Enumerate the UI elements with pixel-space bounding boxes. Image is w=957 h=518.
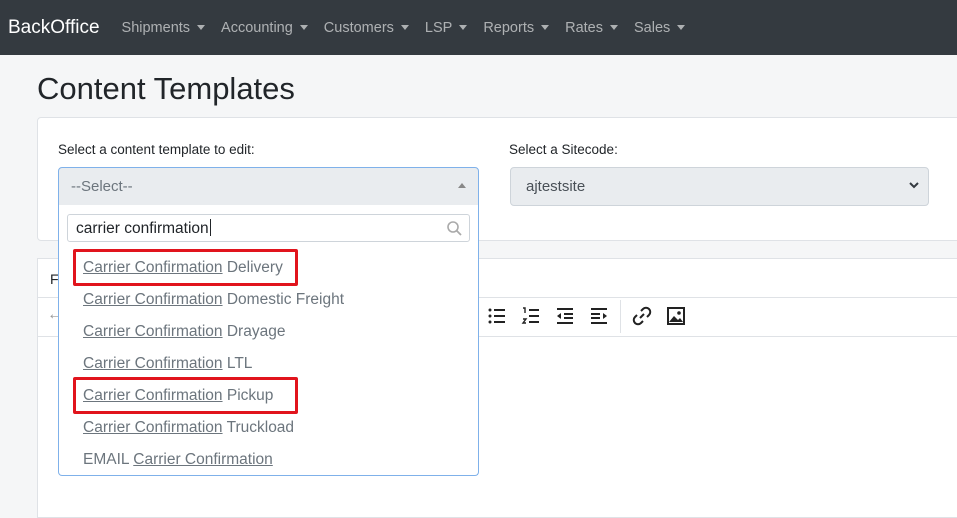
page-title: Content Templates bbox=[37, 71, 295, 106]
template-select[interactable]: --Select-- bbox=[58, 167, 479, 206]
nav-sales[interactable]: Sales bbox=[626, 20, 693, 36]
option-carrier-confirmation-ltl[interactable]: Carrier Confirmation LTL bbox=[83, 355, 252, 373]
nav-shipments[interactable]: Shipments bbox=[114, 20, 214, 36]
caret-down-icon bbox=[400, 25, 409, 30]
search-icon bbox=[447, 221, 462, 236]
caret-down-icon bbox=[610, 25, 618, 30]
text-cursor bbox=[209, 219, 211, 236]
bullet-list-icon[interactable] bbox=[487, 306, 507, 326]
caret-down-icon bbox=[459, 25, 468, 30]
sitecode-select-label: Select a Sitecode: bbox=[509, 142, 618, 157]
highlight-box-pickup bbox=[73, 377, 298, 414]
option-email-carrier-confirmation[interactable]: EMAIL Carrier Confirmation bbox=[83, 451, 273, 469]
nav-label: Customers bbox=[323, 19, 394, 36]
indent-icon[interactable] bbox=[589, 306, 609, 326]
nav-customers[interactable]: Customers bbox=[316, 20, 417, 36]
nav-label: Sales bbox=[634, 19, 671, 36]
dropdown-search-input[interactable]: carrier confirmation bbox=[67, 214, 470, 242]
nav-reports[interactable]: Reports bbox=[475, 20, 557, 36]
nav-label: Reports bbox=[483, 19, 535, 36]
nav-label: Accounting bbox=[221, 19, 293, 36]
numbered-list-icon[interactable] bbox=[521, 306, 541, 326]
caret-up-icon bbox=[458, 183, 466, 188]
option-carrier-confirmation-drayage[interactable]: Carrier Confirmation Drayage bbox=[83, 323, 285, 341]
template-select-label: Select a content template to edit: bbox=[58, 142, 255, 157]
template-select-value: --Select-- bbox=[71, 178, 133, 195]
top-navbar: BackOffice Shipments Accounting Customer… bbox=[0, 0, 957, 55]
option-carrier-confirmation-domestic-freight[interactable]: Carrier Confirmation Domestic Freight bbox=[83, 291, 344, 309]
caret-down-icon bbox=[541, 25, 550, 30]
caret-down-icon bbox=[197, 25, 206, 30]
nav-rates[interactable]: Rates bbox=[557, 20, 626, 36]
nav-label: LSP bbox=[424, 19, 453, 36]
sitecode-select-value: ajtestsite bbox=[526, 178, 586, 195]
chevron-down-icon bbox=[909, 182, 919, 189]
toolbar-separator bbox=[620, 300, 621, 333]
caret-down-icon bbox=[299, 25, 308, 30]
sitecode-select[interactable]: ajtestsite bbox=[510, 167, 929, 206]
search-value: carrier confirmation bbox=[76, 219, 211, 237]
highlight-box-delivery bbox=[73, 249, 298, 286]
option-carrier-confirmation-truckload[interactable]: Carrier Confirmation Truckload bbox=[83, 419, 294, 437]
nav-label: Rates bbox=[565, 19, 603, 36]
nav-lsp[interactable]: LSP bbox=[417, 20, 475, 36]
nav-accounting[interactable]: Accounting bbox=[213, 20, 316, 36]
outdent-icon[interactable] bbox=[555, 306, 575, 326]
image-icon[interactable] bbox=[666, 306, 686, 326]
nav-label: Shipments bbox=[121, 19, 191, 36]
brand-logo[interactable]: BackOffice bbox=[8, 17, 100, 39]
caret-down-icon bbox=[677, 25, 686, 30]
link-icon[interactable] bbox=[632, 306, 652, 326]
